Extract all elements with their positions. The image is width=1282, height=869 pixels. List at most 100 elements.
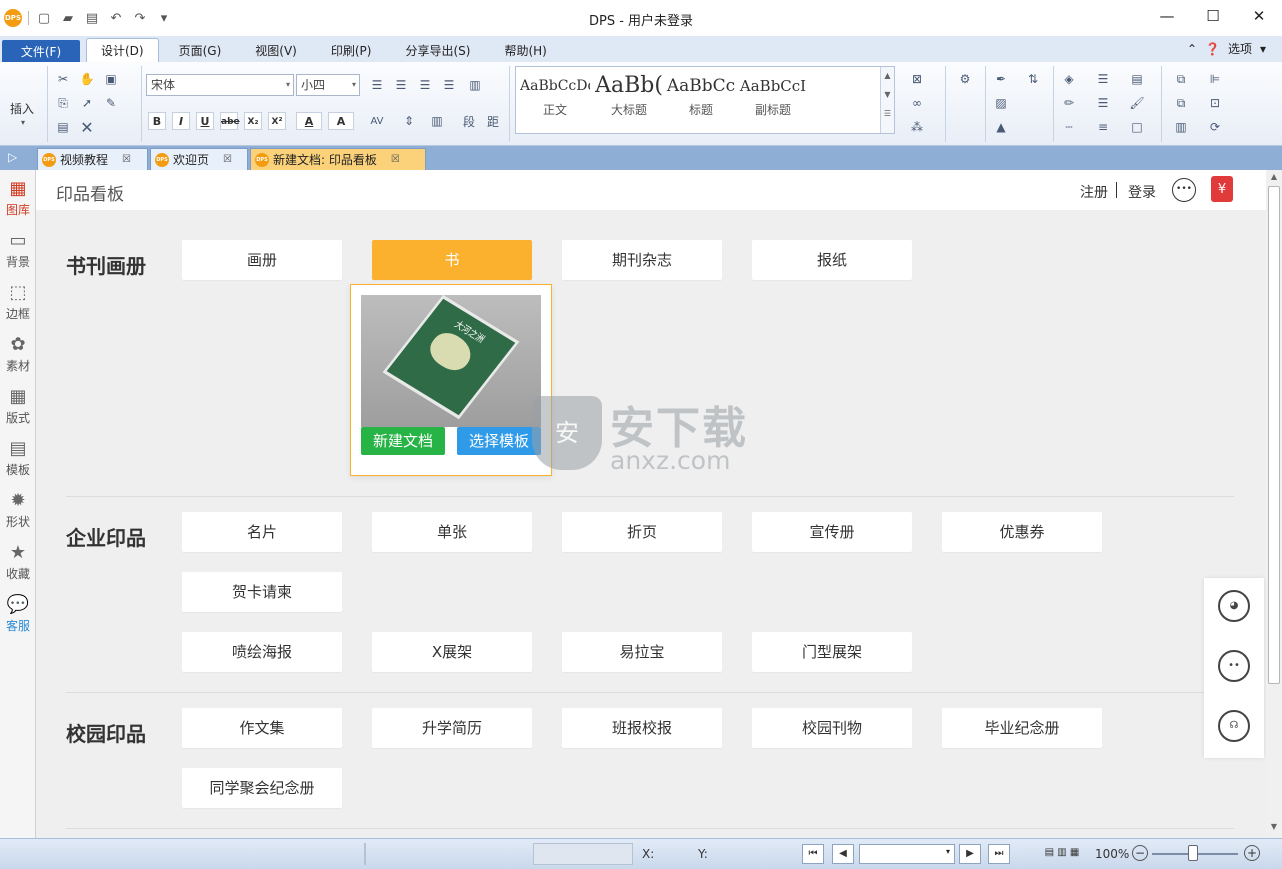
char-spacing-icon[interactable]: AV	[368, 112, 386, 130]
distribute-icon[interactable]: ▥	[466, 76, 484, 94]
zoom-slider-thumb[interactable]	[1188, 845, 1198, 861]
tab-view[interactable]: 视图(V)	[241, 38, 311, 62]
pen-icon[interactable]: ✒	[992, 70, 1010, 88]
category-business-card[interactable]: 名片	[182, 512, 342, 552]
leftbar-template[interactable]: ▤ 模板	[0, 434, 36, 484]
superscript-button[interactable]: X²	[268, 112, 286, 130]
menu-file[interactable]: 文件(F)	[2, 40, 80, 62]
wechat-icon[interactable]: ••	[1218, 650, 1250, 682]
font-effect-button[interactable]: A	[328, 112, 354, 130]
register-link[interactable]: 注册	[1080, 182, 1108, 202]
qq-icon[interactable]: ◕	[1218, 590, 1250, 622]
columns-icon[interactable]: ▥	[428, 112, 446, 130]
style-heading-large[interactable]: AaBb( 大标题	[594, 71, 664, 123]
insert-button[interactable]: 插入	[10, 100, 34, 117]
category-coupon[interactable]: 优惠券	[942, 512, 1102, 552]
image-icon[interactable]: ▣	[102, 70, 120, 88]
copy-icon[interactable]: ⎘	[54, 94, 72, 112]
tab-print[interactable]: 印刷(P)	[317, 38, 386, 62]
options-button[interactable]: 选项	[1228, 40, 1252, 57]
text-direction-icon[interactable]: ⇅	[1024, 70, 1042, 88]
category-brochure[interactable]: 宣传册	[752, 512, 912, 552]
category-newspaper[interactable]: 报纸	[752, 240, 912, 280]
close-tab-icon[interactable]: ☒	[391, 154, 400, 165]
dash-icon[interactable]: ┄	[1060, 118, 1078, 136]
scroll-thumb[interactable]	[1268, 186, 1280, 684]
align-right-icon[interactable]: ☰	[416, 76, 434, 94]
align-left-icon[interactable]: ☰	[368, 76, 386, 94]
leftbar-service[interactable]: 💬 客服	[0, 590, 36, 640]
close-tab-icon[interactable]: ☒	[223, 154, 232, 165]
delete-icon[interactable]: ✕	[78, 118, 96, 137]
zoom-in-icon[interactable]: +	[1244, 845, 1260, 861]
layers-icon[interactable]: ▤	[1128, 70, 1146, 88]
close-tab-icon[interactable]: ☒	[122, 154, 131, 165]
underline-button[interactable]: U	[196, 112, 214, 130]
last-page-icon[interactable]: ⏭	[988, 844, 1010, 864]
font-name-select[interactable]: 宋体 ▾	[146, 74, 294, 96]
wand-icon[interactable]: ✎	[102, 94, 120, 112]
link-icon[interactable]: ∞	[908, 94, 926, 112]
category-rollup[interactable]: 易拉宝	[562, 632, 722, 672]
brush-icon[interactable]: 🖌	[1128, 94, 1146, 112]
category-folded[interactable]: 折页	[562, 512, 722, 552]
prev-page-icon[interactable]: ◀	[832, 844, 854, 864]
style-subheading[interactable]: AaBbCcI 副标题	[738, 71, 808, 123]
category-campus-journal[interactable]: 校园刊物	[752, 708, 912, 748]
unlink-icon[interactable]: ⁂	[908, 118, 926, 136]
next-page-icon[interactable]: ▶	[959, 844, 981, 864]
gallery-down-icon[interactable]: ▼	[881, 90, 894, 99]
leftbar-border[interactable]: ⬚ 边框	[0, 278, 36, 328]
login-link[interactable]: 登录	[1128, 182, 1156, 202]
new-document-button[interactable]: 新建文档	[361, 427, 445, 455]
indent-icon[interactable]: ☰	[1094, 94, 1112, 112]
align-center-icon[interactable]: ☰	[392, 76, 410, 94]
fill-icon[interactable]: ◈	[1060, 70, 1078, 88]
panel-toggle-icon[interactable]: ▷	[8, 150, 17, 164]
category-album[interactable]: 画册	[182, 240, 342, 280]
cut-icon[interactable]: ✂	[54, 70, 72, 88]
category-book[interactable]: 书	[372, 240, 532, 280]
category-x-stand[interactable]: X展架	[372, 632, 532, 672]
chevron-down-icon[interactable]: ▾	[1260, 42, 1266, 56]
tab-video-tutorial[interactable]: DPS 视频教程 ☒	[37, 148, 148, 170]
list-icon[interactable]: ☰	[1094, 70, 1112, 88]
category-greeting-card[interactable]: 贺卡请柬	[182, 572, 342, 612]
gift-icon[interactable]: ¥	[1211, 176, 1233, 202]
style-heading[interactable]: AaBbCc 标题	[666, 71, 736, 123]
choose-template-button[interactable]: 选择模板	[457, 427, 541, 455]
hand-icon[interactable]: ✋	[78, 70, 96, 88]
category-magazine[interactable]: 期刊杂志	[562, 240, 722, 280]
line-weight-icon[interactable]: ≡	[1094, 118, 1112, 136]
tab-page[interactable]: 页面(G)	[165, 38, 236, 62]
line-spacing-icon[interactable]: ⇕	[400, 112, 418, 130]
bring-front-icon[interactable]: ⧉	[1172, 70, 1190, 88]
border-box-icon[interactable]: □	[1128, 118, 1146, 136]
line-color-icon[interactable]: ✏	[1060, 94, 1078, 112]
page-select[interactable]: ▾	[859, 844, 955, 864]
page-icon[interactable]: ▥	[1172, 118, 1190, 136]
close-icon[interactable]: ✕	[1236, 0, 1282, 32]
paragraph-icon[interactable]: 段	[460, 112, 478, 130]
subscript-button[interactable]: X₂	[244, 112, 262, 130]
gallery-up-icon[interactable]: ▲	[881, 71, 894, 80]
tab-welcome[interactable]: DPS 欢迎页 ☒	[150, 148, 248, 170]
insert-dropdown-icon[interactable]: ▾	[21, 118, 25, 127]
category-reunion[interactable]: 同学聚会纪念册	[182, 768, 342, 808]
category-essay[interactable]: 作文集	[182, 708, 342, 748]
group-icon[interactable]: ⊡	[1206, 94, 1224, 112]
font-color-button[interactable]: A	[296, 112, 322, 130]
gallery-scroll[interactable]: ▲ ▼ ☰	[880, 67, 894, 133]
italic-button[interactable]: I	[172, 112, 190, 130]
scroll-up-icon[interactable]: ▲	[1266, 172, 1282, 186]
align-objects-icon[interactable]: ⊫	[1206, 70, 1224, 88]
category-poster[interactable]: 喷绘海报	[182, 632, 342, 672]
paste-icon[interactable]: ▤	[54, 118, 72, 136]
view-mode-icons[interactable]: ▤ ▥ ▦	[1034, 844, 1090, 864]
strikethrough-button[interactable]: abe	[220, 112, 240, 130]
pointer-icon[interactable]: ➚	[78, 94, 96, 112]
first-page-icon[interactable]: ⏮	[802, 844, 824, 864]
zoom-out-icon[interactable]: −	[1132, 845, 1148, 861]
chart-icon[interactable]: ▨	[992, 94, 1010, 112]
chevron-up-icon[interactable]: ⌃	[1187, 42, 1197, 56]
